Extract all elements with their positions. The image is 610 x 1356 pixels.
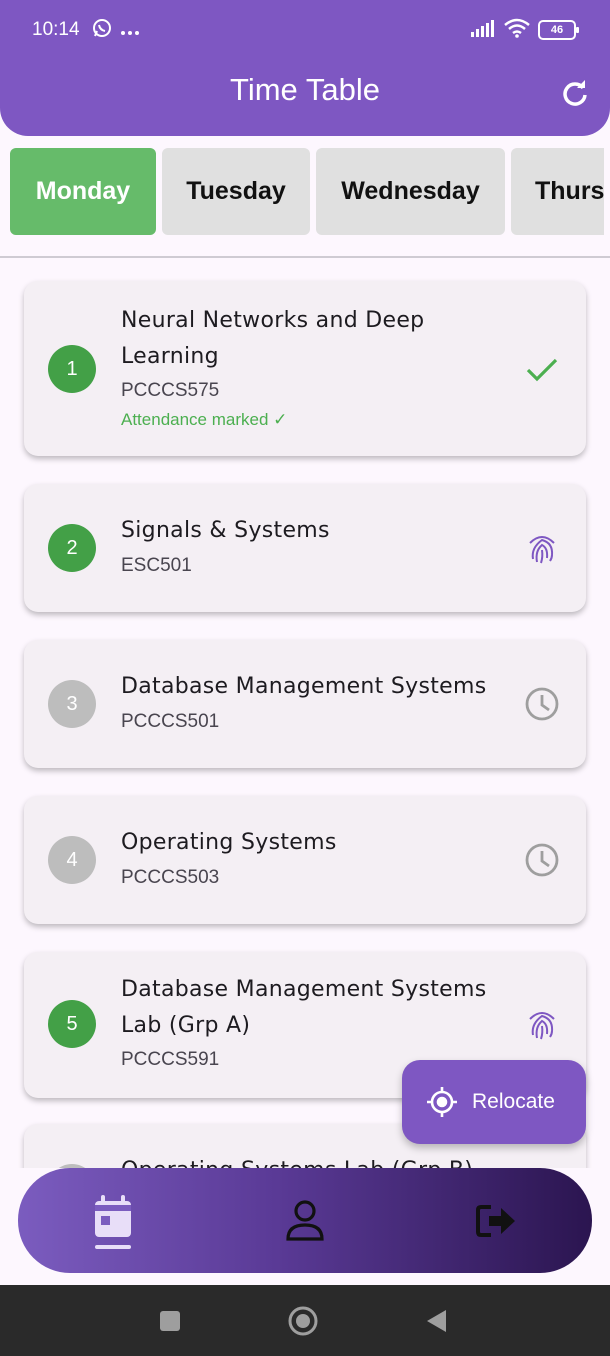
class-card[interactable]: 3 Database Management Systems PCCCS501: [24, 640, 586, 768]
period-badge: 3: [48, 680, 96, 728]
period-badge: 1: [48, 345, 96, 393]
home-button[interactable]: [287, 1305, 319, 1337]
course-name: Signals & Systems: [121, 518, 330, 543]
period-badge: 2: [48, 524, 96, 572]
page-title: Time Table: [230, 72, 380, 107]
calendar-icon: [95, 1195, 131, 1249]
recents-button[interactable]: [154, 1305, 186, 1337]
course-name: Operating Systems Lab (Grp B): [121, 1153, 511, 1168]
logout-icon: [476, 1205, 515, 1237]
nav-profile[interactable]: [270, 1186, 340, 1256]
back-button[interactable]: [420, 1305, 452, 1337]
fingerprint-icon[interactable]: [524, 1006, 560, 1042]
check-icon: [524, 351, 560, 387]
status-bar: 10:14 46: [0, 0, 610, 60]
system-nav-bar: [0, 1285, 610, 1356]
period-badge: 5: [48, 1000, 96, 1048]
tab-tuesday[interactable]: Tuesday: [162, 148, 310, 235]
square-icon: [160, 1311, 180, 1331]
nav-timetable[interactable]: [78, 1186, 148, 1256]
home-circle-icon: [288, 1306, 318, 1336]
status-left-icons: [92, 18, 140, 42]
course-name: Operating Systems: [121, 830, 337, 855]
whatsapp-icon: [92, 18, 112, 42]
more-dots-icon: [120, 21, 140, 40]
day-tabs: Monday Tuesday Wednesday Thurs: [0, 148, 604, 236]
class-list: 1 Neural Networks and Deep Learning PCCC…: [0, 258, 610, 1168]
course-code: PCCCS591: [121, 1049, 220, 1070]
status-right-icons: 46: [470, 18, 579, 42]
refresh-icon: [563, 80, 587, 106]
course-code: PCCCS501: [121, 711, 220, 732]
crosshair-icon: [427, 1087, 457, 1117]
period-badge: 4: [48, 836, 96, 884]
course-name: Database Management Systems: [121, 674, 487, 699]
signal-icon: [470, 19, 496, 41]
course-code: PCCCS503: [121, 867, 220, 888]
fingerprint-icon[interactable]: [524, 530, 560, 566]
class-card[interactable]: 1 Neural Networks and Deep Learning PCCC…: [24, 281, 586, 456]
back-triangle-icon: [427, 1310, 446, 1332]
attendance-status: Attendance marked ✓: [121, 410, 288, 429]
battery-indicator: 46: [538, 20, 579, 40]
clock-icon: [524, 686, 560, 722]
course-name: Neural Networks and Deep Learning: [121, 308, 425, 369]
nav-logout[interactable]: [461, 1186, 531, 1256]
tab-monday[interactable]: Monday: [10, 148, 156, 235]
wifi-icon: [504, 18, 530, 42]
course-code: PCCCS575: [121, 380, 220, 401]
tab-thursday[interactable]: Thurs: [511, 148, 604, 235]
status-time: 10:14: [32, 19, 80, 40]
tab-wednesday[interactable]: Wednesday: [316, 148, 505, 235]
refresh-button[interactable]: [560, 78, 590, 108]
class-card[interactable]: 2 Signals & Systems ESC501: [24, 484, 586, 612]
bottom-nav: [18, 1168, 592, 1273]
relocate-button[interactable]: Relocate: [402, 1060, 586, 1144]
profile-icon: [286, 1200, 324, 1241]
clock-icon: [524, 842, 560, 878]
course-name: Database Management Systems Lab (Grp A): [121, 977, 487, 1038]
relocate-label: Relocate: [472, 1090, 555, 1113]
app-header: 10:14 46 Time Table: [0, 0, 610, 136]
course-code: ESC501: [121, 555, 192, 576]
class-card[interactable]: 4 Operating Systems PCCCS503: [24, 796, 586, 924]
